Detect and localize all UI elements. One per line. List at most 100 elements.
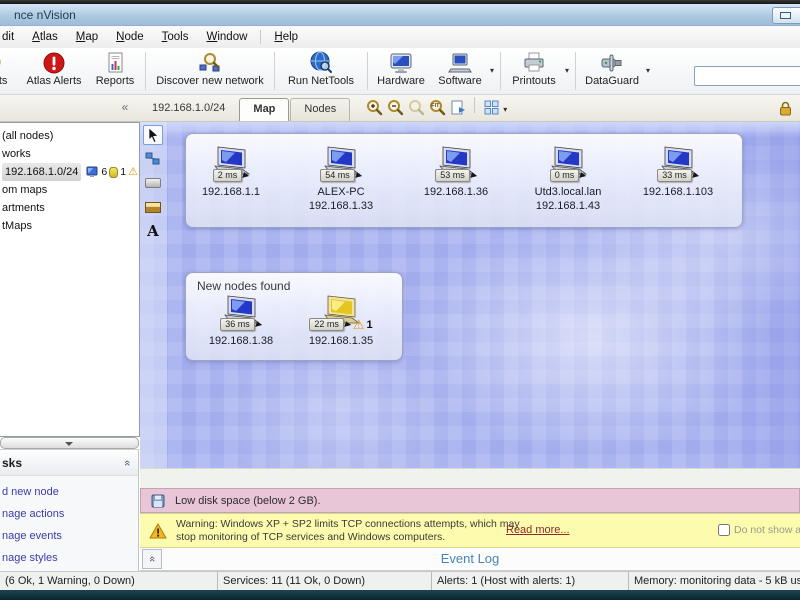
layout-grid-button[interactable] [482,98,500,116]
events-icon [0,51,10,75]
map-node-warning[interactable]: 22 ms ⚠ 1 192.168.1.35 [293,294,389,348]
hardware-icon [388,51,414,75]
menu-help[interactable]: Help [265,28,307,46]
dont-show-label: Do not show ag [734,524,800,536]
tasks-header[interactable]: sks « [0,450,138,476]
toolbar-separator [367,52,368,90]
printouts-button[interactable]: Printouts [504,48,564,94]
discover-network-button[interactable]: Discover new network [149,48,271,94]
zoom-fit-button[interactable]: FIT [428,98,446,116]
node-alert: ⚠ 1 [353,318,373,331]
map-toolbar: 192.168.1.0/24 Map Nodes FIT ▾ [140,95,800,122]
dataguard-button[interactable]: DataGuard [579,48,645,94]
host-ok-icon [86,166,98,177]
menu-node[interactable]: Node [107,28,153,46]
software-label: Software [438,75,482,87]
event-log-title: Event Log [440,551,500,566]
printouts-dropdown-arrow[interactable]: ▾ [564,48,572,75]
lock-map-button[interactable] [778,100,794,116]
task-manage-styles[interactable]: nage styles [2,552,138,564]
tree-item-custom-maps[interactable]: om maps [0,181,139,199]
map-node[interactable]: 33 ms 192.168.1.103 [630,145,726,199]
menu-window[interactable]: Window [197,28,256,46]
host-warn-count: 1 [120,166,127,178]
software-icon [447,51,473,75]
software-button[interactable]: Software [431,48,489,94]
minimize-icon [780,12,791,19]
dataguard-icon [599,51,625,75]
add-node-tool-button[interactable] [143,149,163,169]
node-group-new-nodes[interactable]: New nodes found 36 ms 192.168.1.38 22 ms… [185,272,403,361]
map-tool-palette: A [143,125,163,241]
filled-rectangle-tool-button[interactable] [143,197,163,217]
tree-item-network-selected[interactable]: 192.168.1.0/24 6 1 ⚠ 1 [0,163,146,181]
dont-show-checkbox[interactable] [718,524,730,536]
tree-item-departments[interactable]: artments [0,199,139,217]
tree-item-netmaps[interactable]: tMaps [0,217,139,235]
task-add-new-node[interactable]: d new node [2,486,138,498]
tab-map[interactable]: Map [239,98,290,121]
software-dropdown-arrow[interactable]: ▾ [489,48,497,75]
ping-badge: 33 ms [657,169,692,182]
zoom-in-button[interactable] [365,98,383,116]
menu-atlas[interactable]: Atlas [23,28,67,46]
run-nettools-label: Run NetTools [287,75,355,87]
zoom-out-button[interactable] [386,98,404,116]
hardware-button[interactable]: Hardware [371,48,431,94]
zoom-fit-label: FIT [431,103,440,109]
map-node[interactable]: 53 ms 192.168.1.36 [408,145,504,199]
reports-button[interactable]: Reports [88,48,142,94]
tree-item-all-nodes[interactable]: (all nodes) [0,127,139,145]
menu-edit[interactable]: dit [0,28,23,46]
events-label: ents [0,75,8,87]
menu-map[interactable]: Map [67,28,107,46]
select-tool-button[interactable] [143,125,163,145]
ping-row: 0 ms [520,169,616,182]
tasks-collapse-icon[interactable]: « [121,459,133,465]
map-toolbar-separator [474,97,476,113]
tab-nodes[interactable]: Nodes [290,98,351,121]
rectangle-tool-button[interactable] [143,173,163,193]
warning-text: Warning: Windows XP + SP2 limits TCP con… [176,518,520,543]
text-tool-button[interactable]: A [143,221,163,241]
panel-splitter[interactable] [0,437,139,449]
host-ok-count: 6 [101,166,108,178]
map-node[interactable]: 54 ms ALEX-PC 192.168.1.33 [293,145,389,213]
read-more-link[interactable]: Read more... [506,524,570,536]
status-services: Services: 11 (11 Ok, 0 Down) [218,572,432,590]
task-manage-events[interactable]: nage events [2,530,138,542]
map-horizontal-scrollbar[interactable] [140,468,800,488]
title-bar[interactable]: nce nVision [0,4,800,26]
menu-bar: dit Atlas Map Node Tools Window Help [0,26,800,48]
dataguard-dropdown-arrow[interactable]: ▾ [645,48,653,75]
menu-tools[interactable]: Tools [153,28,198,46]
disk-alert-text: Low disk space (below 2 GB). [175,494,321,507]
ping-row: 33 ms [630,169,726,182]
layout-dropdown-arrow[interactable]: ▾ [503,101,509,114]
status-hosts: (6 Ok, 1 Warning, 0 Down) [0,572,218,590]
atlas-alerts-button[interactable]: Atlas Alerts [20,48,88,94]
status-bar: (6 Ok, 1 Warning, 0 Down) Services: 11 (… [0,571,800,590]
map-node[interactable]: .scr{fill:#2438c8}.hl{fill:#7d9bef} 2 ms… [183,145,279,199]
tree-item-networks[interactable]: works [0,145,139,163]
events-button[interactable]: ents [0,48,20,94]
ping-badge: 36 ms [220,318,255,331]
minimize-button[interactable] [772,7,800,24]
disk-space-alert-bar: Low disk space (below 2 GB). [140,488,800,513]
dont-show-again[interactable]: Do not show ag [718,524,800,536]
network-map-canvas[interactable]: A .scr{fill:#2438c8}.hl{fill:#7d9bef} 2 … [140,122,800,468]
taskbar-edge [0,590,800,600]
event-log-bar[interactable]: « Event Log [140,548,800,571]
search-input[interactable] [694,66,800,86]
cursor-icon [148,127,159,143]
node-group-main[interactable]: .scr{fill:#2438c8}.hl{fill:#7d9bef} 2 ms… [185,133,743,228]
tree-item-label: artments [2,202,45,214]
run-nettools-button[interactable]: Run NetTools [278,48,364,94]
map-node[interactable]: 0 ms Utd3.local.lan 192.168.1.43 [520,145,616,213]
zoom-100-button [407,98,425,116]
map-zoom-tools: FIT ▾ [351,97,509,121]
map-node[interactable]: 36 ms 192.168.1.38 [193,294,289,348]
export-map-button[interactable] [449,98,467,116]
sidebar-collapse-icon[interactable]: « [116,100,134,116]
task-manage-actions[interactable]: nage actions [2,508,138,520]
